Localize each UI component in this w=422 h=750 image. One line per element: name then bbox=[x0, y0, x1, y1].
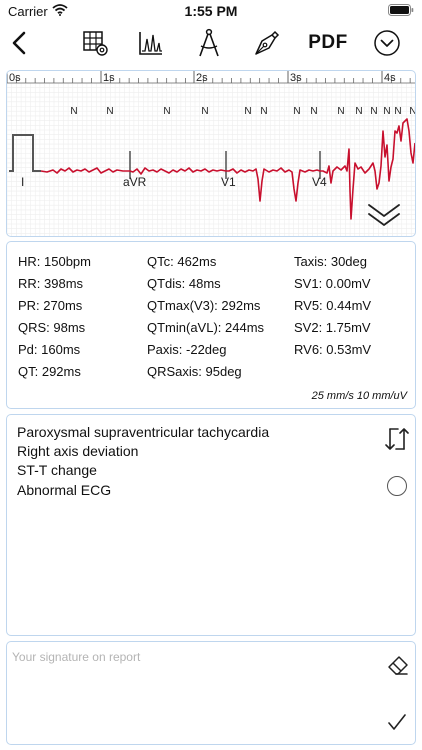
metric-qtc: QTc: 462ms bbox=[147, 254, 217, 269]
metric-pr: PR: 270ms bbox=[18, 298, 83, 313]
pdf-export-button[interactable]: PDF bbox=[306, 26, 350, 60]
beat-mark: N bbox=[370, 106, 377, 117]
chevron-left-icon bbox=[12, 31, 26, 55]
grid-settings-button[interactable] bbox=[80, 26, 110, 60]
beat-mark: N bbox=[201, 106, 208, 117]
more-button[interactable] bbox=[372, 26, 402, 60]
time-label: 1s bbox=[103, 72, 115, 84]
diagnosis-item: Right axis deviation bbox=[17, 443, 139, 459]
pen-button[interactable] bbox=[252, 26, 282, 60]
metric-qtmin: QTmin(aVL): 244ms bbox=[147, 320, 265, 335]
beat-mark: N bbox=[260, 106, 267, 117]
metric-qrs: QRS: 98ms bbox=[18, 320, 86, 335]
ecg-chart-icon bbox=[139, 32, 162, 55]
metric-qtdis: QTdis: 48ms bbox=[147, 276, 221, 291]
compass-icon bbox=[199, 28, 219, 57]
metric-taxis: Taxis: 30deg bbox=[294, 254, 367, 269]
metric-sv2: SV2: 1.75mV bbox=[294, 320, 371, 335]
grid-settings-icon bbox=[83, 31, 108, 56]
beat-mark: N bbox=[409, 106, 416, 117]
eraser-icon bbox=[388, 656, 408, 675]
compass-button[interactable] bbox=[194, 26, 224, 60]
calibration-pulse bbox=[9, 134, 41, 172]
lead-label: V4 bbox=[312, 175, 327, 189]
eraser-button[interactable] bbox=[387, 655, 409, 677]
diagnosis-item: ST-T change bbox=[17, 462, 97, 478]
beat-mark: N bbox=[70, 106, 77, 117]
beat-mark: N bbox=[163, 106, 170, 117]
swap-icon bbox=[385, 428, 409, 450]
metric-rv5: RV5: 0.44mV bbox=[294, 298, 372, 313]
time-label: 3s bbox=[290, 72, 302, 84]
metric-hr: HR: 150bpm bbox=[18, 254, 91, 269]
diagnosis-panel[interactable]: Paroxysmal supraventricular tachycardia … bbox=[6, 414, 416, 636]
time-label: 0s bbox=[9, 72, 21, 84]
metric-qt: QT: 292ms bbox=[18, 364, 81, 379]
beat-mark: N bbox=[106, 106, 113, 117]
chevron-down-circle-icon bbox=[374, 30, 400, 56]
confirm-signature-button[interactable] bbox=[388, 714, 406, 732]
beat-mark: N bbox=[337, 106, 344, 117]
beat-mark: N bbox=[394, 106, 401, 117]
signature-panel[interactable]: Your signature on report bbox=[6, 641, 416, 745]
beat-mark: N bbox=[355, 106, 362, 117]
lead-label: aVR bbox=[123, 175, 147, 189]
swap-button[interactable] bbox=[385, 425, 409, 453]
lead-label: V1 bbox=[221, 175, 236, 189]
status-bar: Carrier 1:55 PM bbox=[0, 0, 422, 22]
metric-rr: RR: 398ms bbox=[18, 276, 84, 291]
metric-qrsaxis: QRSaxis: 95deg bbox=[147, 364, 242, 379]
time-ruler: 0s 1s 2s 3s 4s bbox=[7, 71, 415, 84]
back-button[interactable] bbox=[6, 26, 32, 60]
radio-unchecked-icon[interactable] bbox=[387, 476, 407, 496]
beat-mark: N bbox=[244, 106, 251, 117]
fountain-pen-icon bbox=[255, 30, 280, 55]
time-label: 2s bbox=[196, 72, 208, 84]
time-label: 4s bbox=[384, 72, 396, 84]
metric-qtmax: QTmax(V3): 292ms bbox=[147, 298, 261, 313]
status-time: 1:55 PM bbox=[184, 3, 238, 19]
lead-label: I bbox=[21, 175, 24, 189]
ecg-waveform: 0s 1s 2s 3s 4s NNNNNNNNNNNNNN IaVR V1 V4 bbox=[7, 71, 416, 236]
beat-mark: N bbox=[293, 106, 300, 117]
beat-mark: N bbox=[383, 106, 390, 117]
battery-icon bbox=[388, 4, 414, 16]
toolbar: PDF bbox=[0, 24, 422, 64]
ecg-panel[interactable]: 0s 1s 2s 3s 4s NNNNNNNNNNNNNN IaVR V1 V4 bbox=[6, 70, 416, 237]
metric-rv6: RV6: 0.53mV bbox=[294, 342, 372, 357]
metric-paxis: Paxis: -22deg bbox=[147, 342, 227, 357]
signature-placeholder: Your signature on report bbox=[12, 650, 141, 664]
ecg-chart-button[interactable] bbox=[136, 26, 166, 60]
metric-pd: Pd: 160ms bbox=[18, 342, 81, 357]
checkmark-icon bbox=[388, 714, 406, 730]
metric-sv1: SV1: 0.00mV bbox=[294, 276, 371, 291]
beat-mark: N bbox=[310, 106, 317, 117]
diagnosis-item: Paroxysmal supraventricular tachycardia bbox=[17, 424, 270, 440]
diagnosis-item: Abnormal ECG bbox=[17, 482, 112, 498]
metrics-panel: HR: 150bpm RR: 398ms PR: 270ms QRS: 98ms… bbox=[6, 241, 416, 409]
paper-speed-label: 25 mm/s 10 mm/uV bbox=[311, 390, 407, 402]
